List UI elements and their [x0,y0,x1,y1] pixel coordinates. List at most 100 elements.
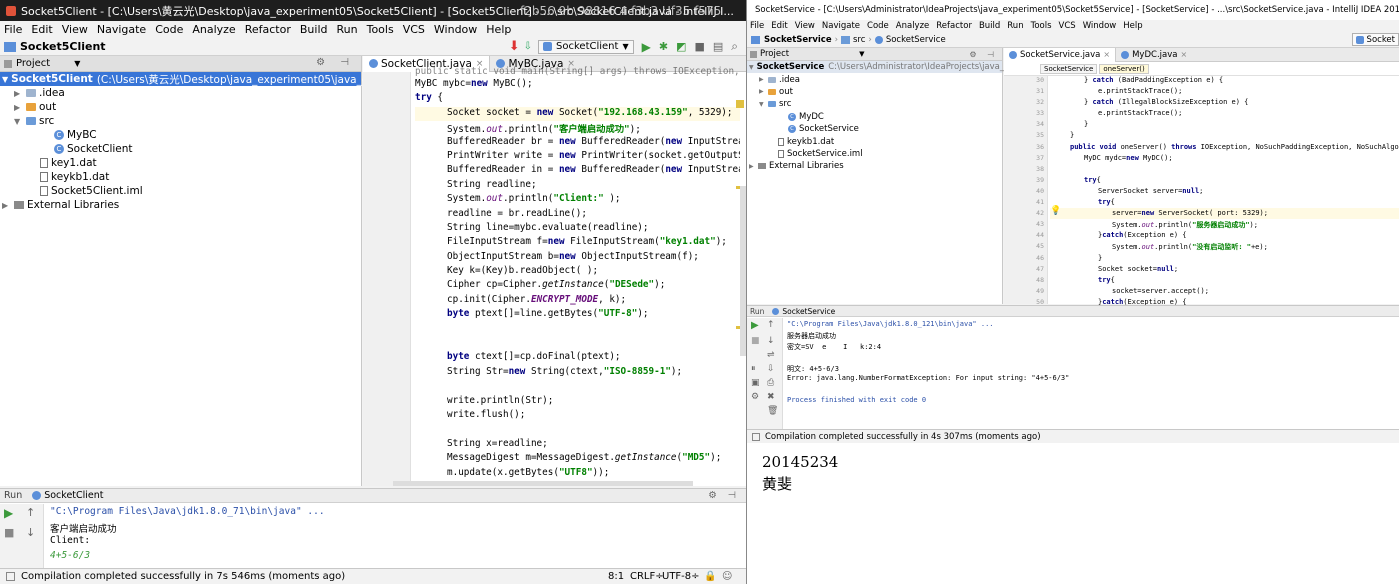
menu-item[interactable]: Refactor [936,21,972,31]
trash-icon[interactable]: 🗑 [767,406,778,416]
collapse-arrow-icon[interactable]: ▶ [2,201,14,210]
tree-item[interactable]: ▶ out [0,100,361,114]
dump-icon[interactable]: ▣ [751,378,760,388]
expand-arrow-icon[interactable]: ▼ [759,101,768,108]
tree-item[interactable]: key1.dat [0,156,361,170]
menu-item[interactable]: Window [434,23,477,36]
right-breadcrumb-class[interactable]: SocketService [886,35,946,45]
up-arrow-icon[interactable]: ↑ [767,320,775,330]
pause-icon[interactable]: ⏸ [751,364,756,374]
menu-item[interactable]: Run [337,23,358,36]
inspector-icon[interactable]: ☺ [722,571,732,582]
menu-item[interactable]: View [62,23,88,36]
menu-item[interactable]: Build [979,21,1000,31]
line-separator[interactable]: CRLF÷ [630,571,664,582]
build-arrow-icon[interactable]: ⇩ [524,41,532,52]
menu-item[interactable]: File [750,21,764,31]
run-tab[interactable]: SocketClient [44,490,103,501]
tree-item[interactable]: ▶ .idea [0,86,361,100]
status-toggle-icon[interactable] [6,572,15,581]
menu-item[interactable]: Navigate [822,21,860,31]
scroll-end-icon[interactable]: ⇩ [767,364,775,374]
tree-item[interactable]: Socket5Client.iml [0,184,361,198]
panel-gear-icon[interactable]: ⚙ ⊣ [316,57,355,68]
menu-item[interactable]: VCS [403,23,425,36]
tree-item[interactable]: C SocketService [747,123,1002,135]
settings-icon[interactable]: ⚙ [751,392,759,402]
tree-item[interactable]: ▼ src [0,114,361,128]
tree-item[interactable]: ▶ External Libraries [0,198,361,212]
collapse-arrow-icon[interactable]: ▶ [759,88,768,95]
menu-item[interactable]: Code [867,21,889,31]
menu-item[interactable]: VCS [1059,21,1076,31]
tab-mydc[interactable]: MyDC.java × [1116,48,1192,62]
menu-item[interactable]: Analyze [896,21,930,31]
menu-item[interactable]: Tools [1031,21,1052,31]
tree-item[interactable]: ▼ Socket5Client (C:\Users\黄云光\Desktop\java… [0,72,422,86]
tree-item[interactable]: C MyDC [747,111,1002,123]
clear-icon[interactable]: ✖ [767,392,775,402]
expand-arrow-icon[interactable]: ▼ [749,64,754,71]
run-tab[interactable]: SocketService [782,307,835,316]
collapse-arrow-icon[interactable]: ▶ [14,103,26,112]
run-config-dropdown[interactable]: SocketClient ▼ [538,39,634,54]
right-run-config-dropdown[interactable]: Socket [1351,33,1399,46]
tab-socketservice[interactable]: SocketService.java × [1004,47,1117,62]
project-panel-title[interactable]: Project [16,58,50,69]
left-breadcrumb[interactable]: Socket5Client [20,40,106,53]
stop-icon[interactable]: ■ [751,336,760,346]
stop-icon[interactable]: ■ [694,40,704,53]
right-code-area[interactable]: } catch (BadPaddingException e) {e.print… [1056,76,1399,309]
menu-item[interactable]: Help [486,23,511,36]
left-code-area[interactable]: MyBC mybc=new MyBC(); try {Socket socket … [415,78,740,481]
right-breadcrumb-project[interactable]: SocketService [764,35,832,45]
tree-item[interactable]: C MyBC [0,128,361,142]
expand-arrow-icon[interactable]: ▼ [2,75,8,84]
up-arrow-icon[interactable]: ↑ [26,506,35,519]
soft-wrap-icon[interactable]: ⇌ [767,350,775,360]
tree-item[interactable]: ▼ src [747,98,1002,110]
right-console[interactable]: "C:\Program Files\Java\jdk1.8.0_121\bin\… [787,320,1387,407]
down-arrow-icon[interactable]: ↓ [767,336,775,346]
left-console[interactable]: "C:\Program Files\Java\jdk1.8.0_71\bin\j… [50,506,730,564]
collapse-arrow-icon[interactable]: ▶ [759,76,768,83]
rerun-icon[interactable]: ▶ [751,320,759,331]
expand-arrow-icon[interactable]: ▼ [14,117,26,126]
menu-item[interactable]: Edit [771,21,787,31]
crumb-method[interactable]: oneServer() [1099,63,1149,74]
panel-gear-icon[interactable]: ⚙ ⊣ [969,50,998,59]
rerun-icon[interactable]: ▶ [4,506,13,520]
menu-item[interactable]: Navigate [97,23,146,36]
caret-position[interactable]: 8:1 [608,571,624,582]
menu-item[interactable]: Run [1007,21,1023,31]
run-icon[interactable]: ▶ [642,40,651,54]
collapse-arrow-icon[interactable]: ▶ [749,163,758,170]
close-icon[interactable]: × [1180,50,1187,59]
search-icon[interactable]: ⌕ [731,39,738,54]
crumb-class[interactable]: SocketService [1040,63,1098,74]
menu-item[interactable]: Window [1083,21,1117,31]
menu-item[interactable]: Tools [367,23,394,36]
menu-item[interactable]: Code [155,23,183,36]
chevron-down-icon[interactable]: ▼ [859,50,864,58]
tree-item[interactable]: SocketService.iml [747,148,1002,160]
debug-icon[interactable]: ✱ [659,40,668,53]
tree-item[interactable]: C SocketClient [0,142,361,156]
menu-item[interactable]: View [795,21,815,31]
sdk-icon[interactable]: ▤ [713,40,723,53]
chevron-down-icon[interactable]: ▼ [74,59,80,68]
tree-item[interactable]: keykb1.dat [747,135,1002,147]
tree-item[interactable]: ▶ out [747,86,1002,98]
menu-item[interactable]: Help [1123,21,1142,31]
menu-item[interactable]: Build [300,23,328,36]
right-breadcrumb-src[interactable]: src [853,35,865,45]
menu-item[interactable]: Analyze [192,23,235,36]
tree-item[interactable]: ▶ External Libraries [747,160,1002,172]
run-gear-icon[interactable]: ⚙ ⊣ [708,490,740,501]
stop-icon[interactable]: ■ [4,526,14,539]
status-toggle-icon[interactable] [752,432,760,441]
print-icon[interactable]: ⎙ [767,378,774,388]
file-encoding[interactable]: UTF-8÷ [662,571,700,582]
download-arrow-icon[interactable]: ⬇ [509,39,520,54]
horizontal-scrollbar[interactable] [393,481,693,486]
